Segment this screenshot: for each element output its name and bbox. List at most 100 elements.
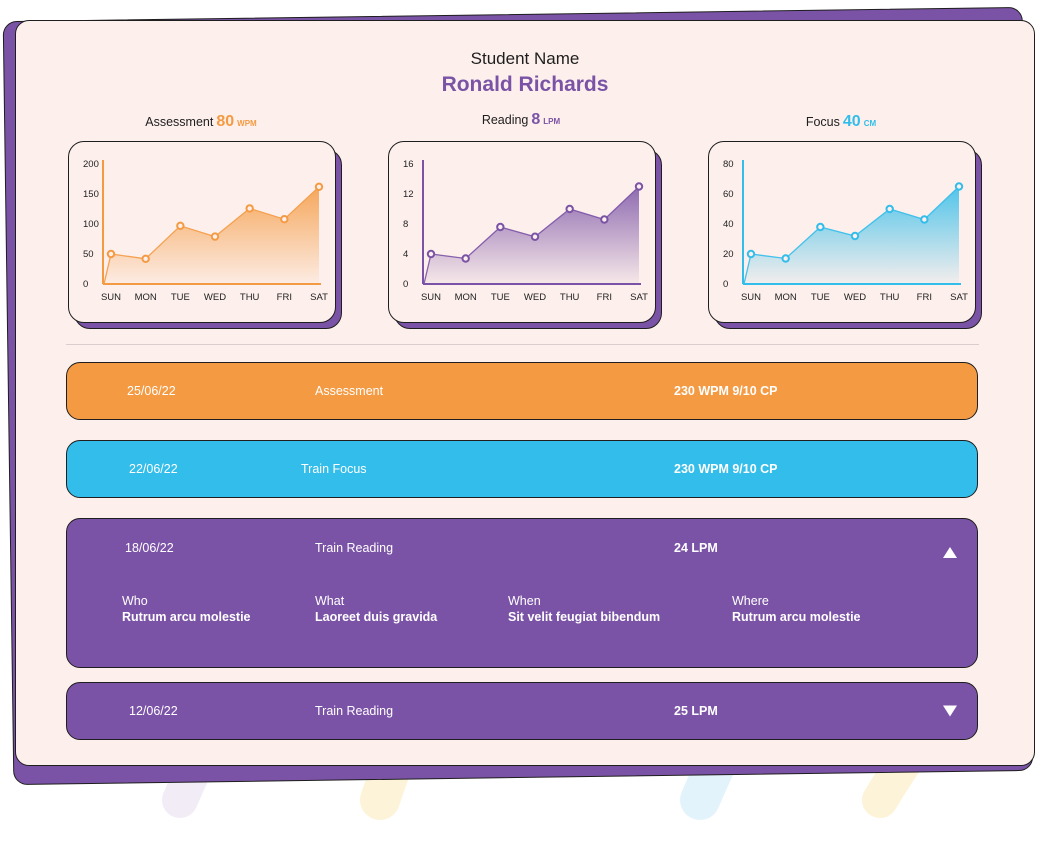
metric-label: Assessment xyxy=(145,115,214,129)
assessment-chart-svg: 0 50 100 150 200 SUN MON TUE WED THU FRI SAT xyxy=(83,159,328,303)
x-tick-label: MON xyxy=(135,292,157,303)
x-tick-label: THU xyxy=(560,292,580,303)
focus-chart: 0 20 40 60 80 SUN MON TUE WED THU FRI SAT xyxy=(708,141,982,329)
detail-title: When xyxy=(508,594,541,608)
metric-unit: WPM xyxy=(237,119,257,128)
expand-arrow-icon[interactable] xyxy=(943,705,957,717)
x-tick-label: FRI xyxy=(597,292,612,303)
data-point xyxy=(210,232,220,241)
y-tick-label: 0 xyxy=(723,279,728,290)
y-tick-label: 40 xyxy=(723,219,734,230)
metric-focus: Focus 40 CM xyxy=(706,113,976,131)
metric-label: Reading xyxy=(481,113,529,127)
assessment-chart: 0 50 100 150 200 SUN MON TUE WED THU FRI SAT xyxy=(68,141,342,329)
x-tick-label: WED xyxy=(204,292,226,303)
y-tick-label: 200 xyxy=(83,159,99,170)
data-point xyxy=(746,249,756,259)
session-row[interactable]: 12/06/22 Train Reading 25 LPM xyxy=(66,682,978,740)
data-point xyxy=(600,215,609,224)
y-tick-label: 50 xyxy=(83,249,94,260)
x-tick-label: TUE xyxy=(811,292,830,303)
detail-title: Who xyxy=(122,594,148,608)
x-tick-label: THU xyxy=(880,292,900,303)
y-tick-label: 100 xyxy=(83,219,99,230)
detail-title: What xyxy=(315,594,345,608)
session-date: 22/06/22 xyxy=(129,462,178,476)
data-point xyxy=(496,222,505,232)
data-point xyxy=(781,254,790,263)
detail-value: Sit velit feugiat bibendum xyxy=(508,610,661,624)
x-tick-label: MON xyxy=(455,292,477,303)
x-tick-label: WED xyxy=(524,292,546,303)
x-tick-label: SUN xyxy=(421,292,441,303)
metric-assessment: Assessment 80 WPM xyxy=(66,113,336,131)
session-row[interactable]: 25/06/22 Assessment 230 WPM 9/10 CP xyxy=(66,362,978,420)
session-date: 18/06/22 xyxy=(125,541,174,555)
student-report-card: Student Name Ronald Richards Assessment 8… xyxy=(15,20,1035,766)
x-tick-label: FRI xyxy=(277,292,292,303)
metric-value: 80 xyxy=(216,113,235,130)
session-date: 25/06/22 xyxy=(127,384,176,398)
x-tick-label: TUE xyxy=(491,292,510,303)
data-point xyxy=(816,222,825,232)
session-activity: Assessment xyxy=(315,384,384,398)
session-activity: Train Focus xyxy=(301,462,367,476)
data-point xyxy=(314,182,324,191)
metric-value: 40 xyxy=(842,113,861,130)
session-result: 24 LPM xyxy=(674,541,718,555)
data-point xyxy=(280,215,289,224)
data-point xyxy=(850,231,860,241)
student-name: Ronald Richards xyxy=(441,73,609,96)
detail-when: When Sit velit feugiat bibendum xyxy=(508,594,660,624)
data-point xyxy=(106,249,116,259)
y-tick-label: 4 xyxy=(403,249,408,260)
x-tick-label: SUN xyxy=(741,292,761,303)
x-tick-label: SAT xyxy=(310,292,328,303)
metric-value: 8 xyxy=(531,111,541,128)
data-point xyxy=(885,204,894,214)
data-point xyxy=(565,204,574,214)
x-tick-label: FRI xyxy=(917,292,932,303)
x-tick-label: SAT xyxy=(630,292,648,303)
reading-chart-svg: 0 4 8 12 16 SUN MON TUE WED THU FRI SAT xyxy=(403,159,648,303)
detail-where: Where Rutrum arcu molestie xyxy=(732,594,861,624)
data-point xyxy=(461,254,470,263)
x-tick-label: WED xyxy=(844,292,866,303)
session-row-expanded[interactable]: 18/06/22 Train Reading 24 LPM Who Rutrum… xyxy=(66,518,978,668)
session-result: 25 LPM xyxy=(674,704,718,718)
metric-unit: LPM xyxy=(543,117,561,126)
y-tick-label: 0 xyxy=(83,279,88,290)
x-tick-label: THU xyxy=(240,292,260,303)
session-row[interactable]: 22/06/22 Train Focus 230 WPM 9/10 CP xyxy=(66,440,978,498)
data-point xyxy=(920,215,929,224)
collapse-arrow-icon[interactable] xyxy=(943,547,957,558)
detail-value: Rutrum arcu molestie xyxy=(122,610,251,624)
data-point xyxy=(426,249,436,259)
session-date: 12/06/22 xyxy=(129,704,178,718)
detail-title: Where xyxy=(732,594,769,608)
student-name-label: Student Name xyxy=(470,49,580,68)
reading-chart: 0 4 8 12 16 SUN MON TUE WED THU FRI SAT xyxy=(388,141,662,329)
metric-reading: Reading 8 LPM xyxy=(386,111,656,129)
data-point xyxy=(245,204,254,213)
x-tick-label: SAT xyxy=(950,292,968,303)
detail-value: Laoreet duis gravida xyxy=(315,610,438,624)
y-tick-label: 12 xyxy=(403,189,414,200)
data-point xyxy=(954,182,964,191)
focus-chart-svg: 0 20 40 60 80 SUN MON TUE WED THU FRI SAT xyxy=(723,159,968,303)
metric-unit: CM xyxy=(863,119,877,128)
x-tick-label: TUE xyxy=(171,292,190,303)
session-result: 230 WPM 9/10 CP xyxy=(674,462,778,476)
divider xyxy=(66,344,979,345)
data-point xyxy=(634,182,644,191)
y-tick-label: 0 xyxy=(403,279,408,290)
session-activity: Train Reading xyxy=(315,704,394,718)
x-tick-label: MON xyxy=(775,292,797,303)
data-point xyxy=(141,254,150,264)
session-activity: Train Reading xyxy=(315,541,394,555)
y-tick-label: 150 xyxy=(83,189,99,200)
detail-value: Rutrum arcu molestie xyxy=(732,610,861,624)
y-tick-label: 80 xyxy=(723,159,734,170)
session-result: 230 WPM 9/10 CP xyxy=(674,384,778,398)
y-tick-label: 60 xyxy=(723,189,734,200)
